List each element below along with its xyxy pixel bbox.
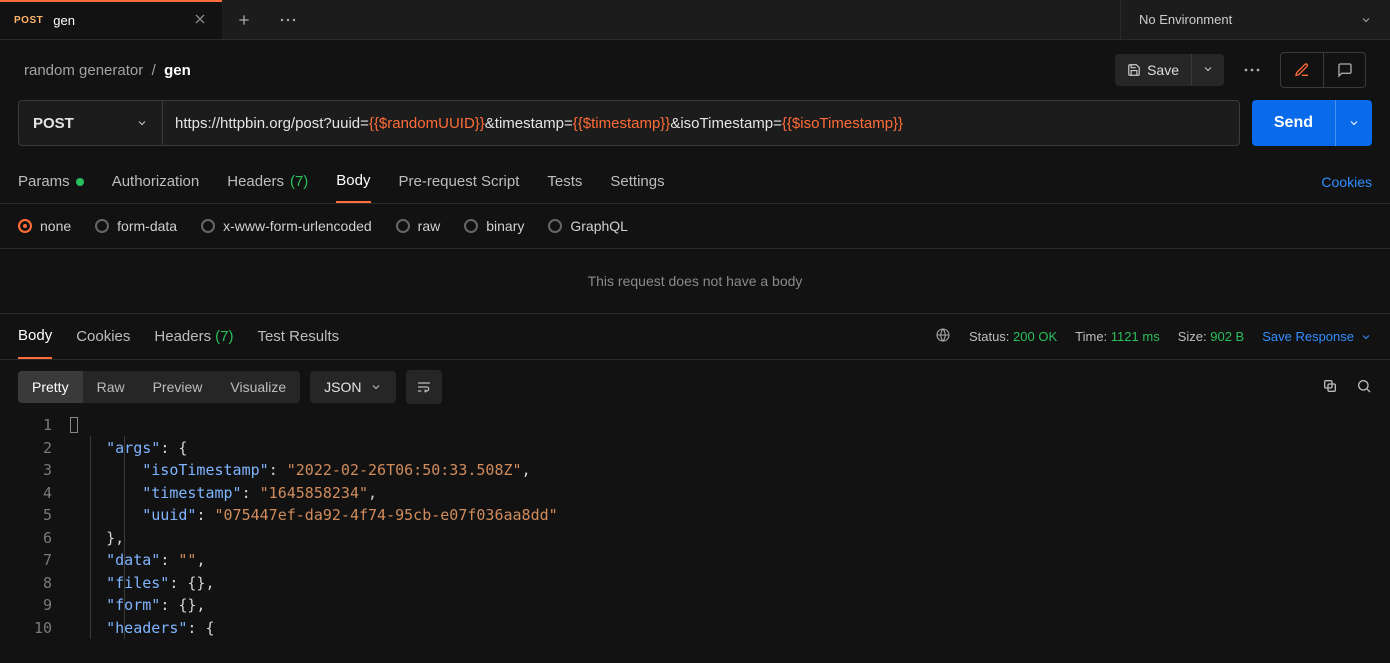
copy-button[interactable] <box>1322 378 1338 397</box>
save-button-group: Save <box>1115 54 1224 86</box>
response-tab-body[interactable]: Body <box>18 314 52 359</box>
body-type-raw[interactable]: raw <box>396 218 441 234</box>
breadcrumb-collection[interactable]: random generator <box>24 62 143 79</box>
globe-icon[interactable] <box>935 327 951 346</box>
save-dropdown[interactable] <box>1191 54 1224 86</box>
wrap-lines-button[interactable] <box>406 370 442 404</box>
url-bar: POST https://httpbin.org/post?uuid={{$ra… <box>18 100 1240 146</box>
body-type-graphql[interactable]: GraphQL <box>548 218 628 234</box>
line-gutter: 12345678910 <box>0 414 70 639</box>
response-body[interactable]: 12345678910 "args": { "isoTimestamp": "2… <box>0 414 1390 649</box>
params-indicator-dot <box>76 178 84 186</box>
body-type-row: none form-data x-www-form-urlencoded raw… <box>0 204 1390 249</box>
more-actions-button[interactable] <box>1234 52 1270 88</box>
comment-mode-button[interactable] <box>1323 53 1365 87</box>
body-type-urlencoded[interactable]: x-www-form-urlencoded <box>201 218 372 234</box>
request-tab[interactable]: POST gen <box>0 0 222 39</box>
view-pretty[interactable]: Pretty <box>18 371 83 403</box>
view-raw[interactable]: Raw <box>83 371 139 403</box>
time-text: Time: 1121 ms <box>1075 329 1160 344</box>
tab-authorization[interactable]: Authorization <box>112 160 200 203</box>
comment-icon <box>1337 62 1353 78</box>
response-tab-headers[interactable]: Headers(7) <box>154 314 233 359</box>
pencil-icon <box>1294 62 1310 78</box>
view-preview[interactable]: Preview <box>139 371 217 403</box>
breadcrumb: random generator / gen <box>24 62 191 79</box>
breadcrumb-request: gen <box>164 62 191 79</box>
chevron-down-icon <box>136 117 148 129</box>
tab-body[interactable]: Body <box>336 160 370 203</box>
code-source: "args": { "isoTimestamp": "2022-02-26T06… <box>70 414 1390 639</box>
header-row: random generator / gen Save <box>0 40 1390 100</box>
search-icon <box>1356 378 1372 394</box>
tab-method: POST <box>14 15 43 26</box>
body-type-formdata[interactable]: form-data <box>95 218 177 234</box>
wrap-icon <box>416 379 432 395</box>
environment-selector[interactable]: No Environment <box>1120 0 1390 39</box>
tab-overflow-button[interactable] <box>266 0 310 39</box>
tab-settings[interactable]: Settings <box>610 160 664 203</box>
close-icon[interactable] <box>192 11 208 30</box>
environment-label: No Environment <box>1139 12 1232 27</box>
no-body-message: This request does not have a body <box>0 249 1390 314</box>
tab-headers[interactable]: Headers(7) <box>227 160 308 203</box>
response-tab-cookies[interactable]: Cookies <box>76 314 130 359</box>
send-dropdown[interactable] <box>1335 100 1372 146</box>
method-dropdown[interactable]: POST <box>19 101 163 145</box>
search-button[interactable] <box>1356 378 1372 397</box>
tab-title: gen <box>53 13 182 28</box>
size-text: Size: 902 B <box>1178 329 1245 344</box>
status-text: Status: 200 OK <box>969 329 1057 344</box>
new-tab-button[interactable] <box>222 0 266 39</box>
request-tabs: Params Authorization Headers(7) Body Pre… <box>0 160 1390 204</box>
edit-mode-button[interactable] <box>1281 53 1323 87</box>
format-dropdown[interactable]: JSON <box>310 371 395 403</box>
copy-icon <box>1322 378 1338 394</box>
tab-params[interactable]: Params <box>18 160 84 203</box>
url-row: POST https://httpbin.org/post?uuid={{$ra… <box>0 100 1390 160</box>
send-button[interactable]: Send <box>1252 100 1335 146</box>
response-tab-tests[interactable]: Test Results <box>257 314 339 359</box>
cookies-link[interactable]: Cookies <box>1321 174 1372 190</box>
save-icon <box>1127 63 1141 77</box>
body-type-binary[interactable]: binary <box>464 218 524 234</box>
response-view-toolbar: Pretty Raw Preview Visualize JSON <box>0 360 1390 414</box>
save-button[interactable]: Save <box>1115 54 1191 86</box>
url-input[interactable]: https://httpbin.org/post?uuid={{$randomU… <box>163 101 1239 145</box>
response-tabs: Body Cookies Headers(7) Test Results Sta… <box>0 314 1390 360</box>
body-type-none[interactable]: none <box>18 218 71 234</box>
save-response-button[interactable]: Save Response <box>1262 329 1372 344</box>
tab-tests[interactable]: Tests <box>547 160 582 203</box>
view-visualize[interactable]: Visualize <box>216 371 300 403</box>
view-segment: Pretty Raw Preview Visualize <box>18 371 300 403</box>
view-mode-group <box>1280 52 1366 88</box>
tab-prerequest[interactable]: Pre-request Script <box>399 160 520 203</box>
tab-bar: POST gen No Environment <box>0 0 1390 40</box>
